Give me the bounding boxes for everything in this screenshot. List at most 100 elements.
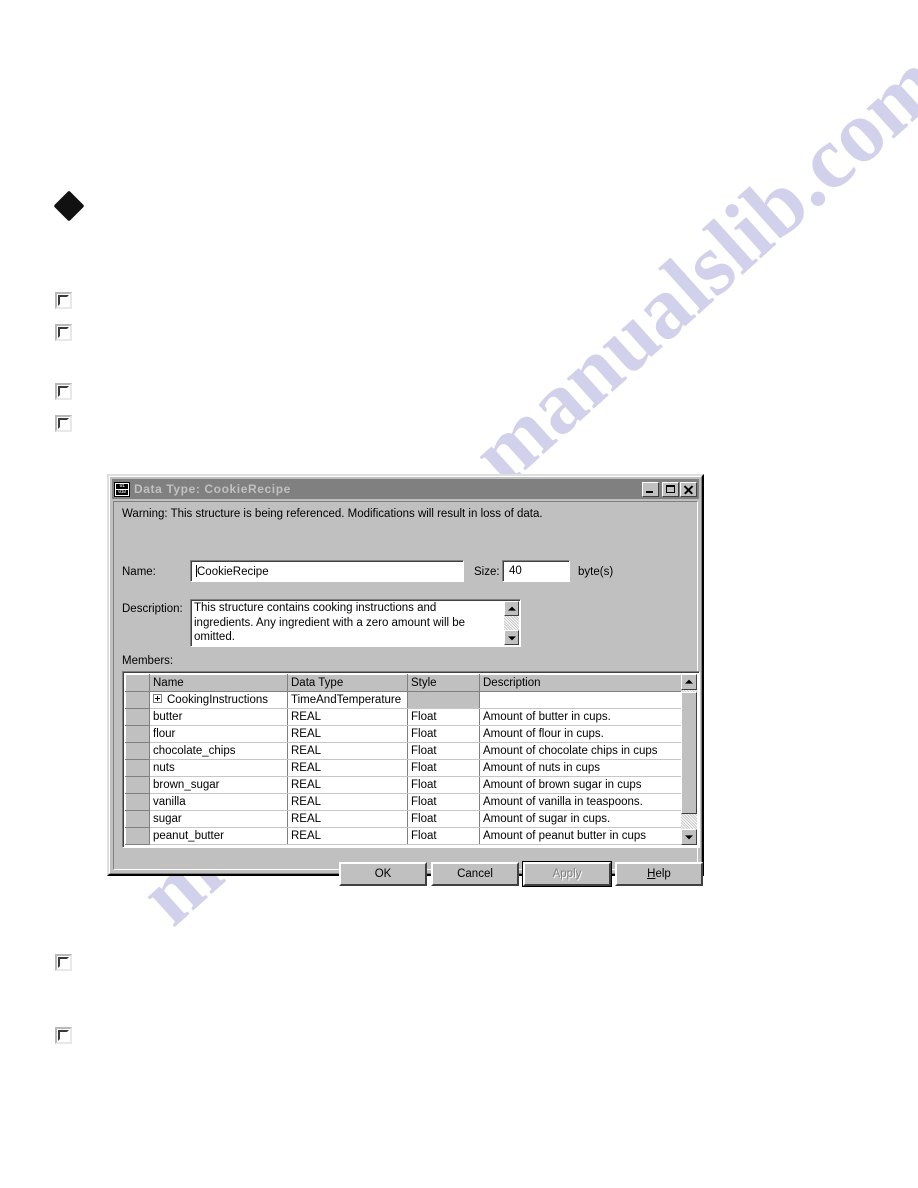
size-label: Size: — [474, 566, 500, 578]
cell-style[interactable]: Float — [407, 810, 480, 828]
cell-style[interactable]: Float — [407, 725, 480, 743]
cell-name[interactable]: nuts — [149, 759, 288, 777]
cell-data-type[interactable]: REAL — [287, 810, 408, 828]
cell-data-type[interactable]: REAL — [287, 827, 408, 845]
close-button[interactable] — [680, 481, 697, 497]
description-scroll-track[interactable] — [504, 616, 519, 630]
row-selector[interactable] — [125, 725, 150, 743]
members-label: Members: — [122, 655, 174, 667]
cell-data-type[interactable]: REAL — [287, 708, 408, 726]
grid-scroll-thumb[interactable] — [681, 692, 697, 814]
table-row[interactable]: peanut_butter REAL Float Amount of peanu… — [125, 827, 682, 845]
row-selector[interactable] — [125, 691, 150, 709]
cell-data-type[interactable]: REAL — [287, 742, 408, 760]
table-row[interactable] — [125, 844, 682, 845]
cell-style[interactable]: Float — [407, 759, 480, 777]
cell-description[interactable]: Amount of brown sugar in cups — [479, 776, 682, 794]
cell-style[interactable] — [407, 691, 480, 709]
dialog-titlebar[interactable]: 01 010 Data Type: CookieRecipe — [112, 479, 699, 499]
cell-data-type[interactable]: REAL — [287, 725, 408, 743]
cell-name[interactable]: chocolate_chips — [149, 742, 288, 760]
expand-plus-icon[interactable] — [153, 694, 162, 703]
cell-name[interactable] — [149, 844, 288, 845]
cell-description[interactable]: Amount of sugar in cups. — [479, 810, 682, 828]
row-selector[interactable] — [125, 759, 150, 777]
description-scrollbar[interactable] — [504, 601, 519, 645]
table-row[interactable]: chocolate_chips REAL Float Amount of cho… — [125, 742, 682, 760]
cell-name[interactable]: flour — [149, 725, 288, 743]
help-button[interactable]: Help — [615, 862, 703, 886]
table-row[interactable]: sugar REAL Float Amount of sugar in cups… — [125, 810, 682, 828]
cell-name[interactable]: sugar — [149, 810, 288, 828]
data-type-icon: 01 010 — [114, 481, 130, 497]
cell-description[interactable]: Amount of butter in cups. — [479, 708, 682, 726]
description-scroll-down-button[interactable] — [504, 630, 519, 645]
cell-data-type[interactable]: REAL — [287, 793, 408, 811]
maximize-button[interactable] — [662, 481, 679, 497]
cell-data-type[interactable]: REAL — [287, 759, 408, 777]
cell-name[interactable]: CookingInstructions — [149, 691, 288, 709]
cell-description[interactable] — [479, 691, 682, 709]
cell-data-type[interactable] — [287, 844, 408, 845]
table-row[interactable]: CookingInstructions TimeAndTemperature — [125, 691, 682, 709]
chevron-up-icon — [507, 606, 516, 611]
size-input[interactable]: 40 — [502, 560, 570, 582]
members-grid-viewport: Name Data Type Style Description Cooking… — [125, 674, 697, 845]
row-selector[interactable] — [125, 793, 150, 811]
bullet-square-icon-6 — [55, 1027, 72, 1044]
window-controls — [641, 481, 697, 497]
dialog-inner-frame: 01 010 Data Type: CookieRecipe Warning: … — [109, 476, 703, 887]
chevron-down-icon — [685, 835, 693, 840]
grid-corner-header[interactable] — [125, 674, 150, 692]
grid-scroll-up-button[interactable] — [681, 674, 697, 690]
cell-style[interactable]: Float — [407, 776, 480, 794]
ok-button[interactable]: OK — [339, 862, 427, 886]
cell-name[interactable]: vanilla — [149, 793, 288, 811]
cancel-button[interactable]: Cancel — [431, 862, 519, 886]
cell-name[interactable]: peanut_butter — [149, 827, 288, 845]
column-header-data-type[interactable]: Data Type — [287, 674, 408, 692]
cell-style[interactable]: Float — [407, 793, 480, 811]
row-selector[interactable] — [125, 742, 150, 760]
dialog-button-bar: OK Cancel Apply Help — [114, 861, 703, 888]
cell-data-type[interactable]: TimeAndTemperature — [287, 691, 408, 709]
grid-scroll-down-button[interactable] — [681, 829, 697, 845]
row-selector[interactable] — [125, 708, 150, 726]
chevron-up-icon — [685, 679, 693, 684]
description-scroll-up-button[interactable] — [504, 601, 519, 616]
row-selector[interactable] — [125, 776, 150, 794]
row-selector[interactable] — [125, 827, 150, 845]
cell-style[interactable]: Float — [407, 708, 480, 726]
dialog-client-area: Warning: This structure is being referen… — [113, 501, 703, 887]
members-grid-scrollbar[interactable] — [681, 674, 697, 845]
bullet-square-icon-4 — [55, 415, 72, 432]
cell-name[interactable]: brown_sugar — [149, 776, 288, 794]
cell-style[interactable]: Float — [407, 827, 480, 845]
cell-description[interactable] — [479, 844, 682, 845]
cell-description[interactable]: Amount of peanut butter in cups — [479, 827, 682, 845]
watermark-text-1: manualslib.com — [453, 33, 918, 504]
column-header-description[interactable]: Description — [479, 674, 682, 692]
table-row[interactable]: nuts REAL Float Amount of nuts in cups — [125, 759, 682, 777]
description-textarea[interactable]: This structure contains cooking instruct… — [190, 599, 521, 647]
cell-style[interactable] — [407, 844, 480, 845]
cell-description[interactable]: Amount of vanilla in teaspoons. — [479, 793, 682, 811]
cell-description[interactable]: Amount of nuts in cups — [479, 759, 682, 777]
cell-name[interactable]: butter — [149, 708, 288, 726]
column-header-style[interactable]: Style — [407, 674, 480, 692]
apply-button[interactable]: Apply — [522, 861, 612, 887]
table-row[interactable]: butter REAL Float Amount of butter in cu… — [125, 708, 682, 726]
row-selector[interactable] — [125, 810, 150, 828]
cell-description[interactable]: Amount of chocolate chips in cups — [479, 742, 682, 760]
cell-style[interactable]: Float — [407, 742, 480, 760]
table-row[interactable]: brown_sugar REAL Float Amount of brown s… — [125, 776, 682, 794]
column-header-name[interactable]: Name — [149, 674, 288, 692]
cell-data-type[interactable]: REAL — [287, 776, 408, 794]
minimize-button[interactable] — [642, 481, 659, 497]
name-input[interactable]: CookieRecipe — [190, 560, 464, 582]
row-selector[interactable] — [125, 844, 150, 845]
cell-description[interactable]: Amount of flour in cups. — [479, 725, 682, 743]
table-row[interactable]: flour REAL Float Amount of flour in cups… — [125, 725, 682, 743]
members-table: Name Data Type Style Description Cooking… — [125, 674, 682, 845]
table-row[interactable]: vanilla REAL Float Amount of vanilla in … — [125, 793, 682, 811]
